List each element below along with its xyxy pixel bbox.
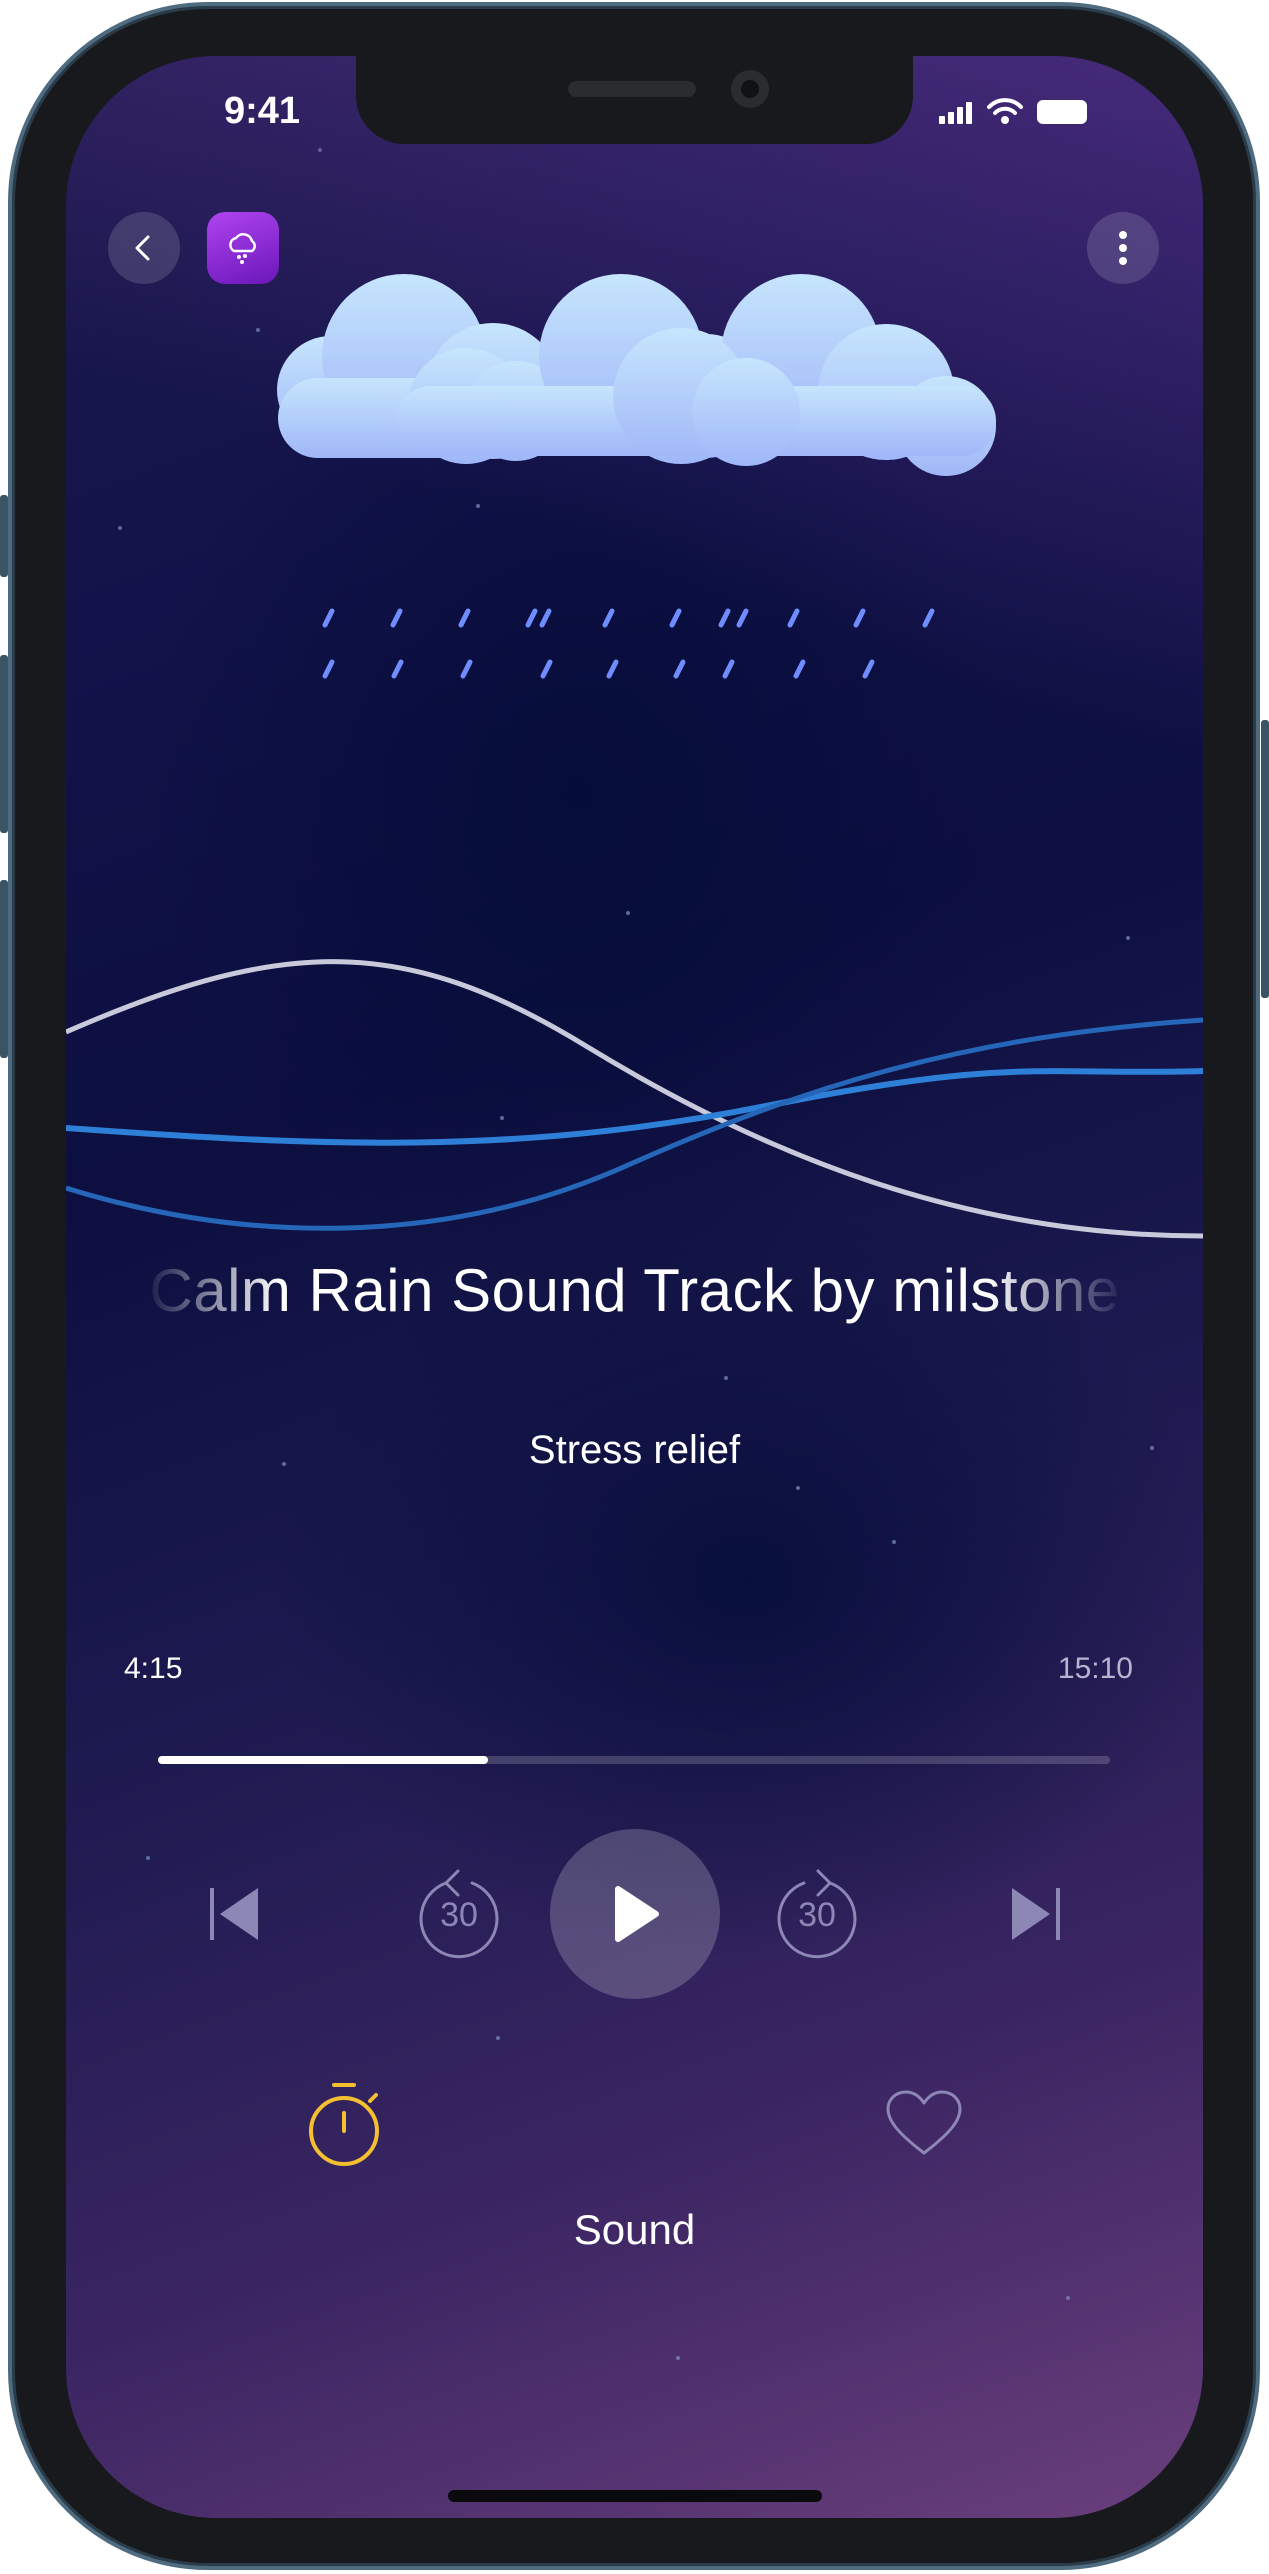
sound-waves	[66, 959, 1203, 1239]
chevron-left-icon	[135, 235, 150, 261]
front-camera	[731, 70, 769, 108]
skip-previous-icon	[210, 1888, 258, 1940]
sound-label: Sound	[573, 2206, 696, 2253]
home-indicator	[448, 2490, 822, 2502]
status-icons	[939, 98, 1091, 124]
rain-cloud-icon	[229, 233, 256, 264]
current-time: 4:15	[124, 1652, 183, 1685]
sleep-timer-button[interactable]	[294, 2074, 394, 2174]
star	[496, 2036, 500, 2040]
forward-seconds-label: 30	[798, 1896, 836, 1934]
heart-icon	[886, 2090, 962, 2155]
star	[796, 1486, 800, 1490]
status-time: 9:41	[224, 90, 301, 132]
phone-side-button	[0, 655, 8, 833]
star	[1066, 2296, 1070, 2300]
track-title-marquee: Calm Rain Sound Track by milstone	[142, 1256, 1127, 1346]
signal-icon	[939, 102, 972, 124]
wifi-icon	[987, 98, 1023, 124]
previous-button[interactable]	[196, 1874, 276, 1954]
forward-30-button[interactable]: 30	[762, 1851, 872, 1971]
skip-next-icon	[1012, 1888, 1060, 1940]
rewind-seconds-label: 30	[440, 1896, 478, 1934]
star	[724, 1376, 728, 1380]
timer-icon	[309, 2083, 379, 2166]
speaker-grille	[568, 81, 696, 97]
track-title: Calm Rain Sound Track by milstone	[149, 1257, 1120, 1324]
phone-side-button	[0, 495, 8, 577]
play-button[interactable]	[550, 1829, 720, 1999]
total-time: 15:10	[1057, 1652, 1133, 1685]
rain-cloud-app-icon	[207, 212, 279, 284]
star	[146, 1856, 150, 1860]
rain-clouds-illustration	[277, 274, 996, 679]
next-button[interactable]	[994, 1874, 1074, 1954]
more-options-button[interactable]	[1087, 212, 1159, 284]
rewind-30-button[interactable]: 30	[404, 1851, 514, 1971]
more-vertical-icon	[1119, 231, 1127, 265]
player-screen: 9:41 Calm Rain Sound Track by milstone S…	[66, 56, 1203, 2518]
star	[892, 1540, 896, 1544]
phone-side-button	[1261, 720, 1269, 998]
play-icon	[615, 1886, 659, 1942]
battery-icon	[1037, 100, 1087, 124]
notch	[356, 56, 913, 144]
back-button[interactable]	[108, 212, 180, 284]
favorite-button[interactable]	[874, 2074, 974, 2174]
progress-slider[interactable]	[158, 1756, 1110, 1764]
track-category: Stress relief	[528, 1428, 741, 1472]
progress-fill	[158, 1756, 489, 1764]
star	[676, 2356, 680, 2360]
phone-side-button	[0, 880, 8, 1058]
